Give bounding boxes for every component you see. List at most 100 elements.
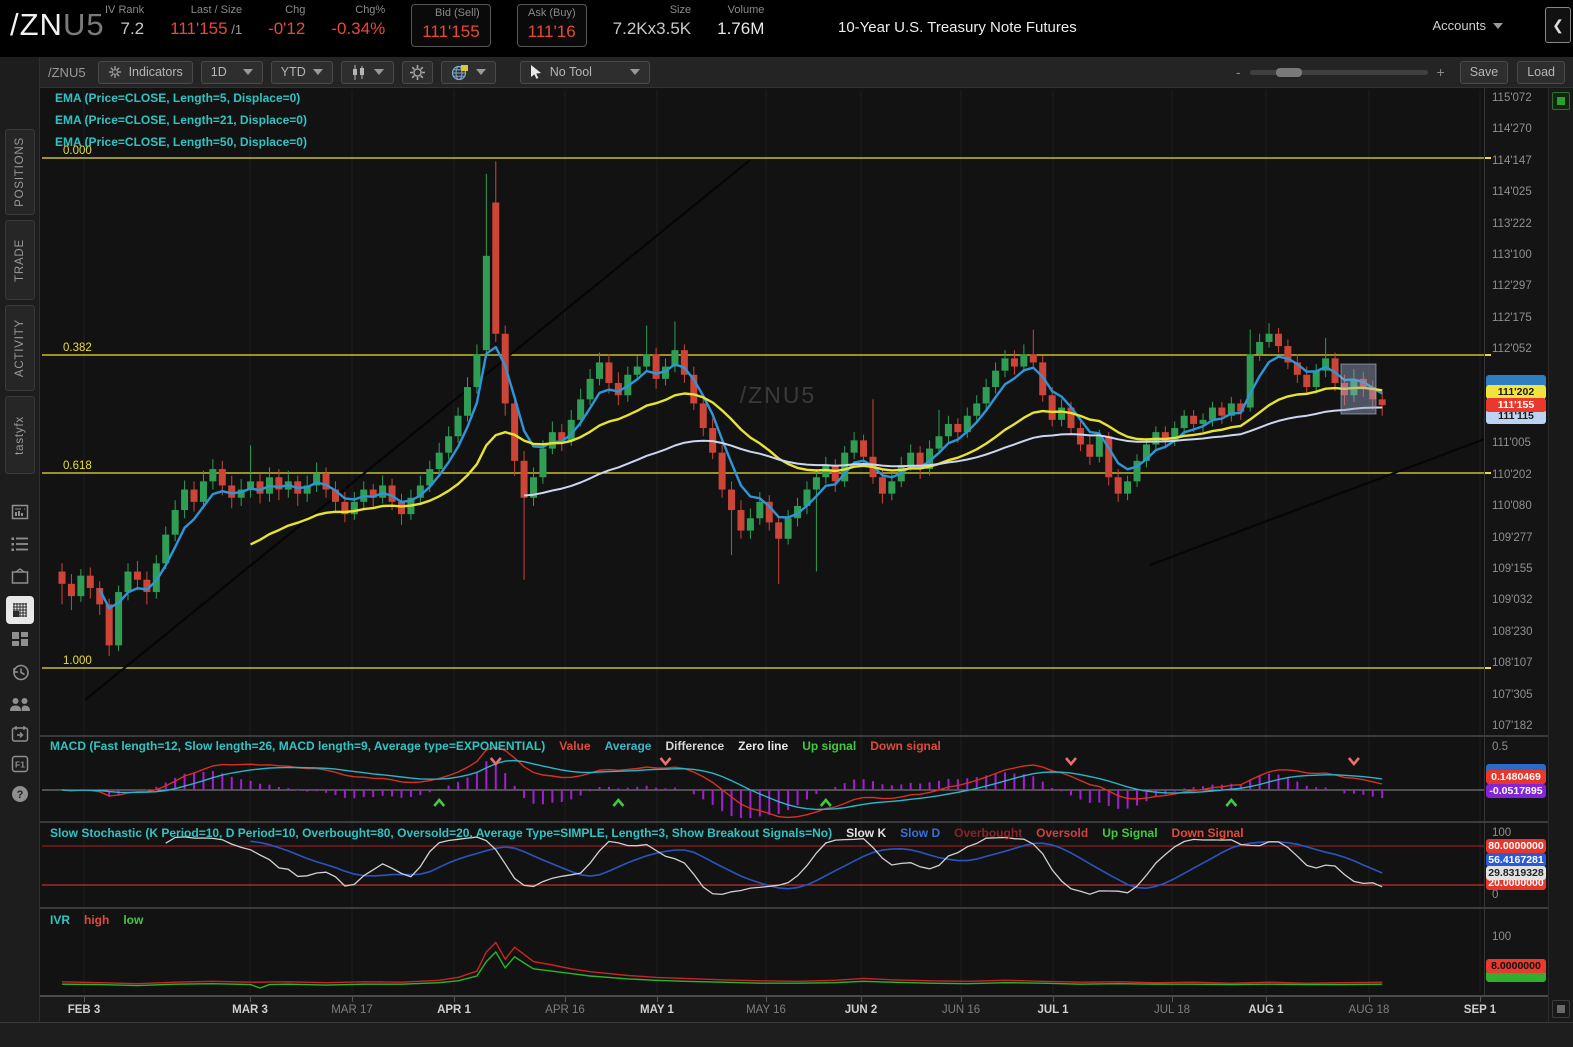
price-axis-label: 114'147 (1492, 155, 1532, 167)
quote-field[interactable]: Bid (Sell) 111'155 (411, 4, 490, 47)
price-axis-label: 112'175 (1492, 312, 1532, 324)
accounts-label: Accounts (1433, 18, 1486, 33)
time-axis-label: APR 16 (545, 1004, 585, 1016)
sidebar-tab-positions[interactable]: POSITIONS (5, 129, 35, 215)
svg-text:1.000: 1.000 (63, 655, 92, 667)
time-axis[interactable]: FEB 3MAR 3MAR 17APR 1APR 16MAY 1MAY 16JU… (40, 995, 1548, 1022)
price-axis[interactable]: 115'072114'270114'147114'025113'222113'1… (1484, 88, 1548, 995)
time-axis-label: JUN 16 (942, 1004, 980, 1016)
timeframe-dropdown[interactable]: 1D (201, 61, 263, 84)
compare-dropdown[interactable] (441, 61, 496, 84)
drawing-tool-dropdown[interactable]: No Tool (520, 61, 650, 84)
legend-item: Up signal (802, 739, 856, 753)
quote-field-label: Volume (717, 4, 764, 16)
sidebar-tab-tastyfx[interactable]: tastyfx (5, 396, 35, 474)
time-axis-tick (1480, 997, 1481, 1002)
price-axis-label: 109'155 (1492, 563, 1533, 575)
panel-separator[interactable] (40, 821, 1548, 823)
ivr-legend-row: IVR highlow (50, 913, 143, 927)
save-button[interactable]: Save (1460, 61, 1509, 84)
time-axis-tick (861, 997, 862, 1002)
time-axis-tick (1369, 997, 1370, 1002)
quote-field-label: IV Rank (105, 4, 144, 16)
sidebar-icon-follow-traders[interactable] (8, 692, 32, 716)
chevron-down-icon (630, 69, 640, 75)
time-axis-tick (84, 997, 85, 1002)
price-axis-label: 110'202 (1492, 469, 1532, 481)
chart-area[interactable]: 0.0000.3820.6181.000/ZNU5 (40, 88, 1484, 995)
legend-item: Slow D (900, 826, 940, 840)
indicators-star-icon (108, 65, 122, 79)
quote-field-label: Last / Size (170, 4, 242, 16)
sidebar-icon-history-clock[interactable] (8, 660, 32, 684)
svg-text:?: ? (17, 789, 24, 801)
fib-axis-tick (1485, 157, 1491, 159)
sidebar-icon-help[interactable]: ? (8, 782, 32, 806)
quote-fields: IV Rank7.2Last / Size111'155 /1Chg-0'12C… (105, 4, 790, 47)
drawing-tool-value: No Tool (550, 65, 592, 79)
accounts-dropdown[interactable]: Accounts (1433, 18, 1503, 33)
sidebar-icon-calendar[interactable] (8, 722, 32, 746)
macd-scale-label: 0.5 (1492, 741, 1508, 753)
svg-text:F1: F1 (15, 760, 25, 770)
panel-separator[interactable] (40, 907, 1548, 909)
quote-header: /ZNU5 IV Rank7.2Last / Size111'155 /1Chg… (0, 0, 1573, 57)
zoom-slider[interactable] (1250, 70, 1428, 75)
candlestick-chart-icon (351, 65, 367, 80)
gear-icon (409, 64, 426, 81)
time-axis-label: MAY 16 (746, 1004, 786, 1016)
symbol-title: /ZNU5 (10, 7, 105, 43)
axis-lock-button[interactable] (1552, 92, 1570, 110)
time-axis-tick (1053, 997, 1054, 1002)
chevron-down-icon (374, 69, 384, 75)
legend-item: Overbought (954, 826, 1022, 840)
load-button[interactable]: Load (1517, 61, 1565, 84)
collapse-panel-button[interactable]: ❮ (1545, 7, 1571, 43)
chart-type-dropdown[interactable] (341, 61, 394, 84)
sidebar-icon-news-document[interactable] (8, 500, 32, 524)
legend-item: Zero line (738, 739, 788, 753)
chart-settings-button[interactable] (402, 61, 433, 84)
sidebar-icon-screener-tv[interactable] (8, 564, 32, 588)
sidebar-icon-grid-tiles[interactable] (8, 628, 32, 652)
status-footer (0, 1022, 1573, 1047)
time-axis-tick (565, 997, 566, 1002)
cursor-icon (530, 65, 542, 79)
axis-settings-button[interactable] (1552, 1000, 1570, 1018)
price-bubble: 111'202 (1486, 385, 1546, 399)
price-bubble: 111'155 (1486, 398, 1546, 412)
panel-separator[interactable] (40, 735, 1548, 737)
ema5-label: EMA (Price=CLOSE, Length=5, Displace=0) (55, 91, 300, 105)
sidebar-icon-f1-key[interactable]: F1 (8, 752, 32, 776)
time-axis-label: JUL 18 (1154, 1004, 1190, 1016)
quote-field-value: -0.34% (331, 19, 385, 39)
quote-field-value: 111'155 (422, 22, 479, 42)
quote-field-label: Bid (Sell) (422, 7, 479, 19)
sidebar-icon-watchlist[interactable] (8, 532, 32, 556)
sidebar-icon-chart[interactable] (6, 596, 34, 624)
range-dropdown[interactable]: YTD (271, 61, 333, 84)
quote-field[interactable]: Ask (Buy)111'16 (517, 4, 587, 47)
zoom-in-button[interactable]: + (1437, 64, 1445, 80)
stoch-value-bubble: 56.4167281 (1486, 853, 1546, 867)
zoom-slider-handle[interactable] (1276, 68, 1302, 77)
legend-item: Value (559, 739, 590, 753)
sidebar-tab-trade[interactable]: TRADE (5, 220, 35, 300)
legend-item: Down signal (870, 739, 941, 753)
legend-item: Average (605, 739, 652, 753)
macd-value-bubble: 0.1480469 (1486, 770, 1546, 784)
stoch-label: Slow Stochastic (K Period=10, D Period=1… (50, 826, 832, 840)
price-axis-label: 114'270 (1492, 123, 1532, 135)
main-chart-canvas[interactable]: 0.0000.3820.6181.000/ZNU5 (40, 88, 1484, 995)
sidebar-tab-label: tastyfx (14, 416, 26, 455)
sidebar-tab-activity[interactable]: ACTIVITY (5, 305, 35, 391)
time-axis-label: AUG 1 (1248, 1004, 1283, 1016)
quote-field-value: 111'16 (528, 22, 576, 42)
zoom-out-button[interactable]: - (1236, 64, 1241, 80)
quote-field-label: Chg (268, 4, 305, 16)
time-axis-tick (657, 997, 658, 1002)
time-axis-label: AUG 18 (1349, 1004, 1390, 1016)
stoch-legend-row: Slow Stochastic (K Period=10, D Period=1… (50, 826, 1244, 840)
price-axis-label: 115'072 (1492, 92, 1532, 104)
indicators-button[interactable]: Indicators (98, 61, 193, 84)
